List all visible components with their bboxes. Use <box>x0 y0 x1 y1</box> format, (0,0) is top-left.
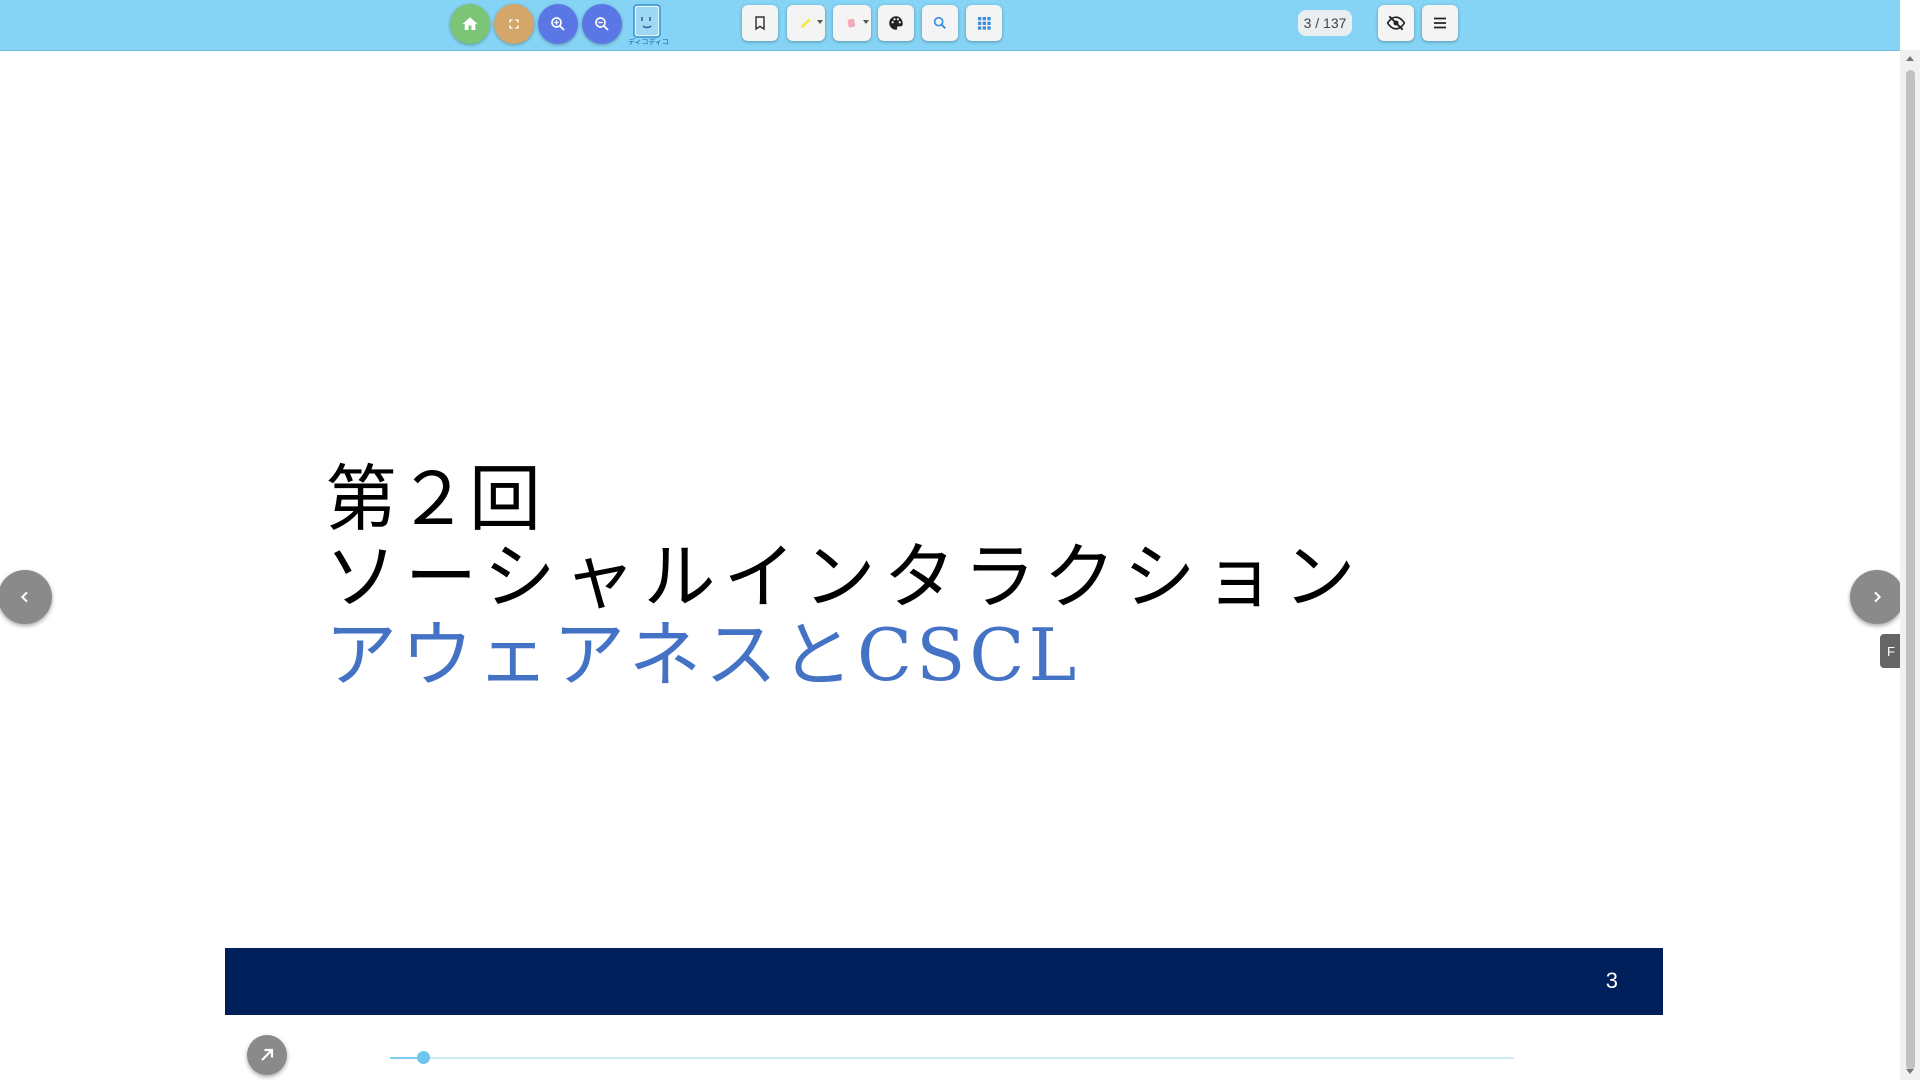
eraser-button[interactable] <box>833 5 871 41</box>
eye-off-icon <box>1386 15 1406 31</box>
chevron-left-icon <box>20 591 28 603</box>
page-indicator[interactable]: 3 / 137 <box>1298 10 1352 36</box>
fullscreen-button[interactable] <box>494 4 534 44</box>
search-button[interactable] <box>922 5 958 41</box>
logo-caption: ディコディコ <box>628 38 668 46</box>
scroll-down-arrow[interactable] <box>1906 1069 1914 1074</box>
highlighter-icon <box>800 18 811 29</box>
chevron-down-icon <box>817 20 823 24</box>
slide-page: 第２回 ソーシャルインタラクション アウェアネスとCSCL 3 <box>0 50 1900 1080</box>
vertical-scrollbar[interactable] <box>1900 50 1920 1080</box>
eraser-icon <box>847 18 856 28</box>
home-icon <box>462 17 478 30</box>
arrow-up-right-icon <box>261 1048 274 1061</box>
slide-page-number: 3 <box>1605 968 1618 993</box>
zoom-out-button[interactable] <box>582 4 622 44</box>
slide-footer-band: 3 <box>225 948 1663 1015</box>
zoom-in-button[interactable] <box>538 4 578 44</box>
slide-title-line-3: アウェアネスとCSCL <box>325 613 1081 697</box>
fullscreen-icon <box>509 19 519 29</box>
expand-button[interactable] <box>247 1035 287 1075</box>
scroll-up-arrow[interactable] <box>1906 56 1914 61</box>
next-page-button[interactable] <box>1850 570 1904 624</box>
zoom-in-icon <box>551 17 565 31</box>
bookmark-button[interactable] <box>742 5 778 41</box>
home-button[interactable] <box>450 4 490 44</box>
thumbnail-grid-button[interactable] <box>966 5 1002 41</box>
zoom-out-icon <box>595 17 609 31</box>
previous-page-button[interactable] <box>0 570 52 624</box>
highlighter-button[interactable] <box>787 5 825 41</box>
chevron-right-icon <box>1874 591 1882 603</box>
scroll-thumb[interactable] <box>1906 70 1915 1070</box>
top-toolbar: ディコディコ 3 / 137 <box>0 0 1900 51</box>
bookmark-icon <box>755 16 765 31</box>
menu-icon <box>1434 17 1446 29</box>
side-panel-tab[interactable]: F <box>1880 634 1902 668</box>
palette-button[interactable] <box>878 5 914 41</box>
search-icon <box>933 16 946 29</box>
page-progress-slider[interactable] <box>390 1051 1514 1064</box>
progress-knob[interactable] <box>417 1051 430 1064</box>
palette-icon <box>889 16 903 30</box>
menu-button[interactable] <box>1422 5 1458 41</box>
grid-icon <box>978 17 991 30</box>
hide-toolbar-button[interactable] <box>1378 5 1414 41</box>
chevron-down-icon <box>863 20 869 24</box>
